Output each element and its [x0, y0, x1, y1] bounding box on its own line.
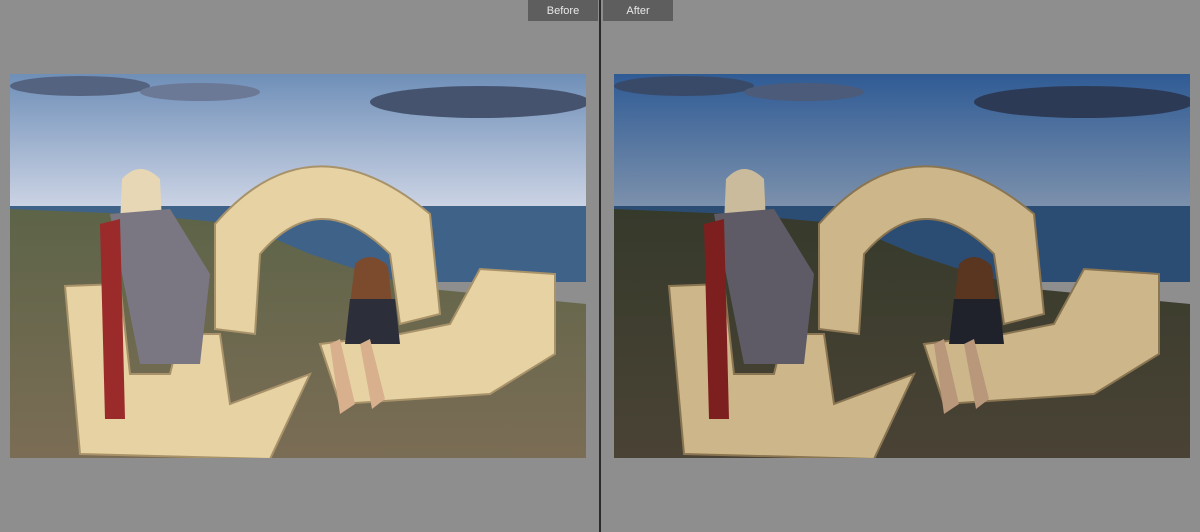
before-pane: Before: [0, 0, 599, 532]
cloud: [140, 83, 260, 101]
cloud: [974, 86, 1190, 118]
before-label: Before: [528, 0, 598, 21]
cloud: [370, 86, 586, 118]
after-pane: After: [601, 0, 1200, 532]
after-photo[interactable]: [614, 74, 1190, 458]
after-photo-image: [614, 74, 1190, 458]
before-photo[interactable]: [10, 74, 586, 458]
before-photo-image: [10, 74, 586, 458]
cloud: [10, 76, 150, 96]
cloud: [614, 76, 754, 96]
after-label: After: [603, 0, 673, 21]
cloud: [744, 83, 864, 101]
